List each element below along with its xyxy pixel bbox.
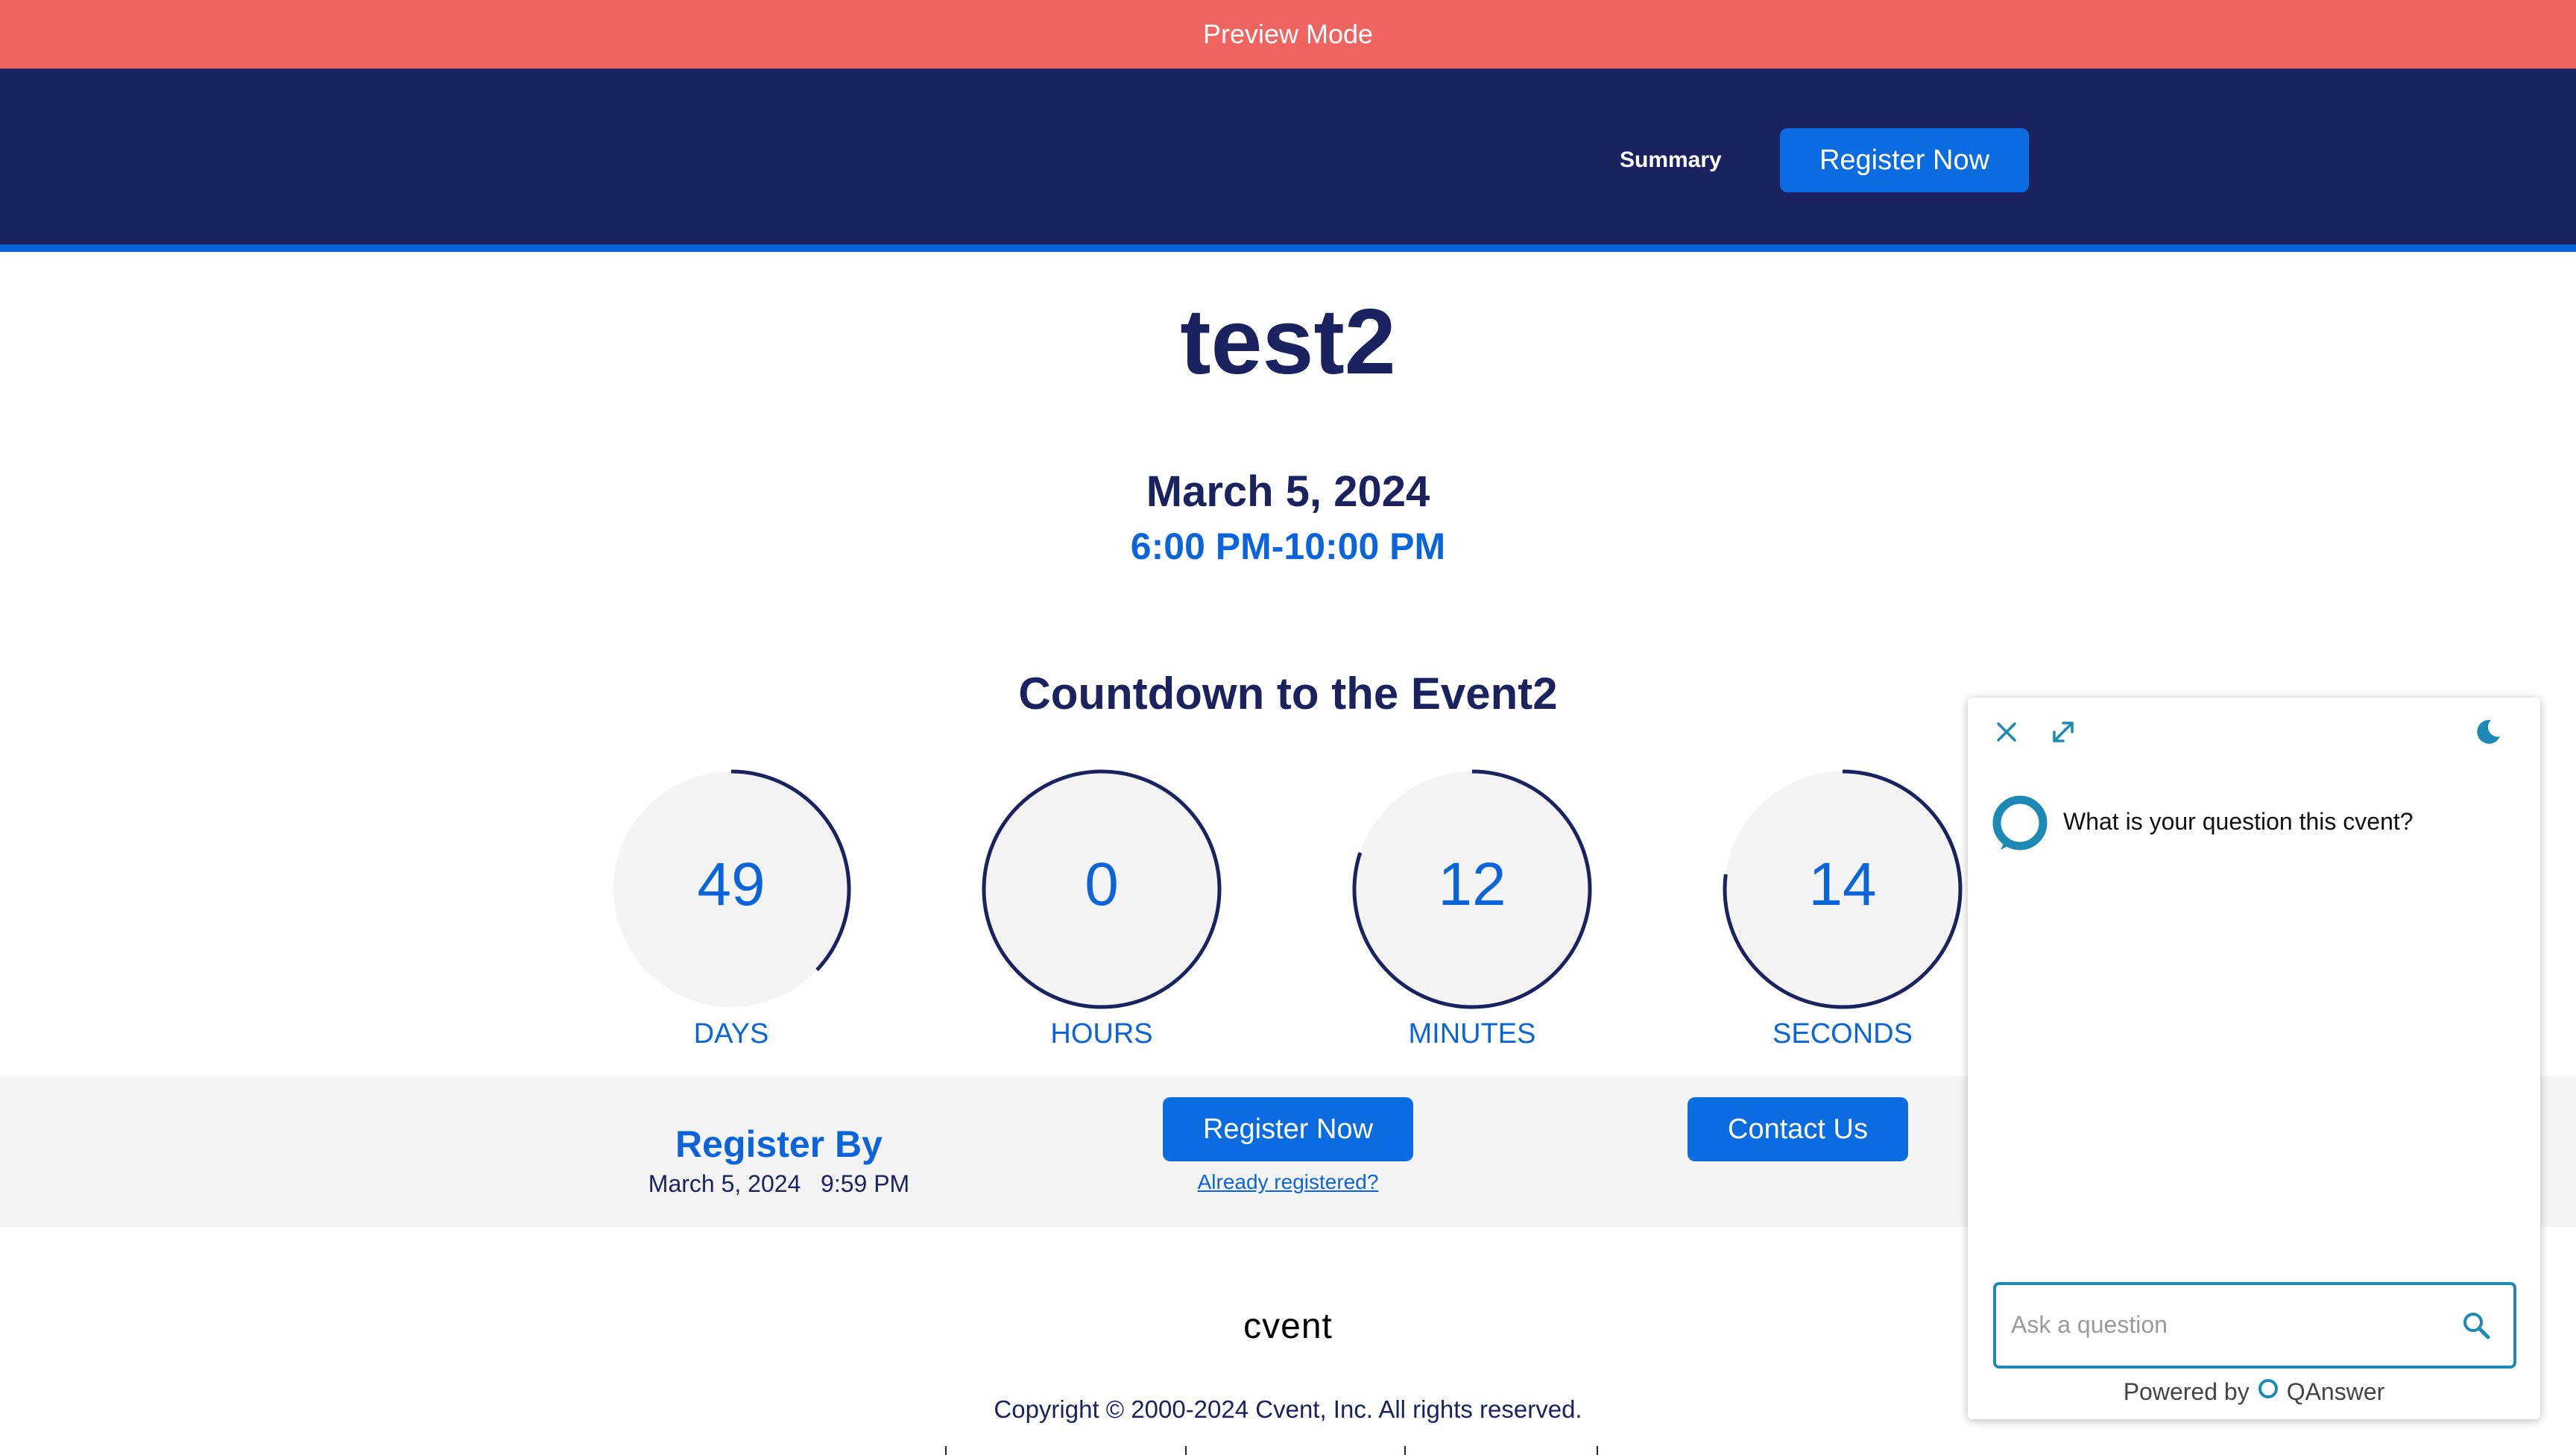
site-header: Summary Register Now [0,69,2576,252]
nav-summary-link[interactable]: Summary [1620,148,1722,173]
header-register-now-button[interactable]: Register Now [1780,128,2029,192]
hours-label: HOURS [1050,1018,1153,1050]
powered-by-brand[interactable]: QAnswer [2287,1378,2385,1406]
minutes-value: 12 [1438,850,1506,918]
register-now-button[interactable]: Register Now [1163,1097,1413,1161]
qanswer-logo-icon [2257,1377,2279,1406]
powered-by: Powered by QAnswer [1968,1377,2540,1406]
register-by-title: Register By [675,1123,883,1165]
countdown-seconds: 14 SECONDS [1721,768,1964,1081]
seconds-value: 14 [1808,850,1877,918]
expand-icon[interactable] [2044,713,2083,751]
ask-question-box [1993,1282,2516,1369]
preview-mode-banner: Preview Mode [0,0,2576,69]
hours-value: 0 [1085,850,1119,918]
powered-by-prefix: Powered by [2123,1377,2250,1405]
countdown-minutes: 12 MINUTES [1351,768,1594,1081]
seconds-label: SECONDS [1772,1018,1913,1050]
days-value: 49 [697,850,765,918]
days-label: DAYS [693,1018,769,1050]
page: Preview Mode Summary Register Now test2 … [0,0,2576,1455]
dark-mode-moon-icon[interactable] [2469,713,2507,751]
minutes-label: MINUTES [1408,1018,1536,1050]
chat-widget: What is your question this cvent? Powere… [1968,698,2540,1419]
countdown-days: 49 DAYS [610,768,853,1081]
countdown-hours: 0 HOURS [980,768,1223,1081]
event-date: March 5, 2024 [1146,467,1430,516]
ask-question-input[interactable] [2011,1300,2443,1349]
search-icon[interactable] [2455,1304,2497,1346]
close-icon[interactable] [1987,713,2026,751]
register-by-date: March 5, 2024 9:59 PM [648,1170,910,1197]
footer-link-dividers [0,1446,2576,1455]
preview-mode-text: Preview Mode [1202,19,1374,49]
bot-message: What is your question this cvent? [2063,808,2414,835]
event-title: test2 [1180,291,1396,394]
event-time: 6:00 PM-10:00 PM [1130,525,1446,567]
contact-us-button[interactable]: Contact Us [1688,1097,1908,1161]
bot-avatar-icon [1990,793,2050,853]
already-registered-link[interactable]: Already registered? [1163,1170,1413,1194]
